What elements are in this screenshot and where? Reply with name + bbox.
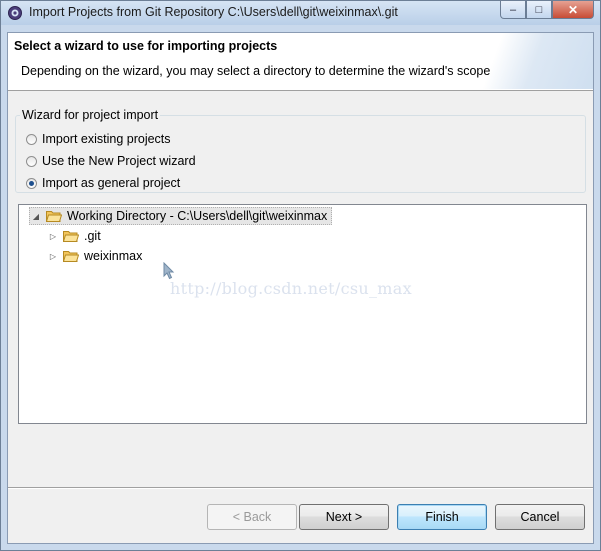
expanded-arrow-icon[interactable]: ◢ [30,210,42,222]
finish-button[interactable]: Finish [397,504,487,530]
next-button[interactable]: Next > [299,504,389,530]
close-icon: ✕ [567,2,579,17]
button-bar-separator [8,487,593,489]
radio-button-unchecked[interactable] [26,133,37,145]
radio-label: Import existing projects [42,132,171,146]
import-projects-dialog: Import Projects from Git Repository C:\U… [0,0,601,551]
header-banner-decoration [443,33,593,89]
tree-item-git-folder[interactable]: ▷ .git [47,227,101,245]
mouse-cursor-icon [163,262,175,280]
radio-button-unchecked[interactable] [26,155,37,167]
eclipse-gear-icon [8,6,22,20]
caption-buttons: – □ ✕ [500,1,594,21]
minimize-icon: – [509,3,517,16]
tree-item-working-directory[interactable]: ◢ Working Directory - C:\Users\dell\git\… [29,207,333,225]
title-bar[interactable]: Import Projects from Git Repository C:\U… [1,1,600,25]
open-folder-icon [63,251,79,262]
project-tree[interactable]: ◢ Working Directory - C:\Users\dell\git\… [18,204,587,424]
cancel-button[interactable]: Cancel [495,504,585,530]
radio-import-existing-projects[interactable]: Import existing projects [26,132,171,146]
radio-use-new-project-wizard[interactable]: Use the New Project wizard [26,154,196,168]
wizard-header: Select a wizard to use for importing pro… [8,33,593,91]
maximize-button[interactable]: □ [526,1,552,19]
open-folder-icon [63,231,79,242]
tree-item-label: weixinmax [84,249,143,263]
tree-item-label: Working Directory - C:\Users\dell\git\we… [67,209,328,223]
back-button[interactable]: < Back [207,504,297,530]
collapsed-arrow-icon[interactable]: ▷ [47,250,59,262]
radio-label: Import as general project [42,176,181,190]
window-title: Import Projects from Git Repository C:\U… [29,5,398,19]
watermark-text: http://blog.csdn.net/csu_max [170,279,412,298]
radio-label: Use the New Project wizard [42,154,196,168]
radio-import-as-general-project[interactable]: Import as general project [26,176,180,190]
minimize-button[interactable]: – [500,1,526,19]
open-folder-icon [46,211,62,222]
tree-item-weixinmax-folder[interactable]: ▷ weixinmax [47,247,142,265]
header-title: Select a wizard to use for importing pro… [14,39,278,53]
collapsed-arrow-icon[interactable]: ▷ [47,230,59,242]
close-button[interactable]: ✕ [552,1,594,19]
header-description: Depending on the wizard, you may select … [21,64,491,78]
tree-item-label: .git [84,229,101,243]
maximize-icon: □ [535,3,543,16]
wizard-group-legend: Wizard for project import [20,108,161,122]
radio-button-checked[interactable] [26,177,37,189]
dialog-body: Select a wizard to use for importing pro… [7,32,594,544]
